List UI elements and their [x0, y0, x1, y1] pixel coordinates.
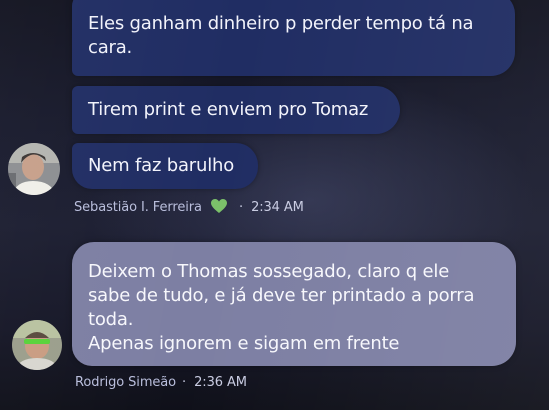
message-bubble-1[interactable]: Eles ganham dinheiro p perder tempo tá n… [72, 0, 515, 76]
green-heart-icon [210, 198, 228, 218]
separator-dot: · [238, 200, 244, 215]
message-text-4-line-3: toda. [88, 309, 134, 330]
sender-name[interactable]: Sebastião I. Ferreira [74, 200, 202, 215]
separator-dot: · [182, 375, 187, 390]
timestamp: 2:36 AM [194, 375, 247, 390]
avatar-sebastiao[interactable] [8, 143, 60, 195]
person-avatar-icon [12, 320, 62, 370]
message-text-3: Nem faz barulho [88, 155, 235, 176]
timestamp: 2:34 AM [251, 200, 304, 215]
message-text-4-line-2: sabe de tudo, e já deve ter printado a p… [88, 285, 475, 306]
sender-name[interactable]: Rodrigo Simeão [75, 375, 176, 390]
person-avatar-icon [8, 143, 60, 195]
message-text-4-line-4: Apenas ignorem e sigam em frente [88, 333, 400, 354]
message-text-4-line-1: Deixem o Thomas sossegado, claro q ele [88, 261, 450, 282]
sender-line-2: Rodrigo Simeão · 2:36 AM [75, 375, 247, 390]
message-text-1: Eles ganham dinheiro p perder tempo tá n… [88, 13, 474, 58]
message-text-2: Tirem print e enviem pro Tomaz [88, 99, 369, 120]
avatar-rodrigo[interactable] [12, 320, 62, 370]
message-bubble-2[interactable]: Tirem print e enviem pro Tomaz [72, 86, 400, 134]
sender-line-1: Sebastião I. Ferreira · 2:34 AM [74, 198, 304, 218]
message-bubble-3[interactable]: Nem faz barulho [72, 143, 258, 189]
message-bubble-4[interactable]: Deixem o Thomas sossegado, claro q ele s… [72, 242, 516, 366]
